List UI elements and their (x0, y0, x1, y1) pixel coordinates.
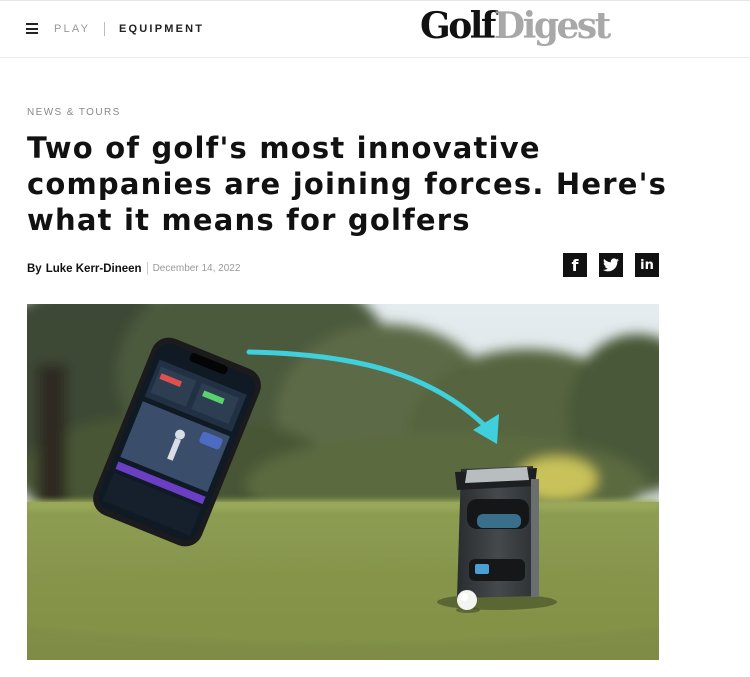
logo-digest-text: Digest (493, 5, 611, 47)
article-kicker[interactable]: NEWS & TOURS (27, 107, 121, 118)
share-linkedin-button[interactable]: in (635, 253, 659, 277)
share-twitter-button[interactable] (599, 253, 623, 277)
author-link[interactable]: Luke Kerr-Dineen (46, 263, 142, 275)
hamburger-menu-icon[interactable] (26, 23, 38, 34)
byline-separator (146, 262, 148, 275)
facebook-icon: f (571, 255, 579, 275)
logo-golf-text: Golf (420, 5, 496, 47)
twitter-icon (603, 258, 619, 272)
site-header: PLAY EQUIPMENT Golf Digest (0, 0, 750, 58)
linkedin-icon: in (640, 257, 654, 273)
article-headline: Two of golf's most innovative companies … (27, 131, 668, 237)
hero-image (27, 304, 659, 660)
nav-divider (104, 22, 105, 36)
golf-digest-logo[interactable]: Golf Digest (420, 5, 611, 51)
publish-date: December 14, 2022 (152, 263, 241, 274)
nav-play[interactable]: PLAY (54, 23, 90, 35)
byline: By Luke Kerr-Dineen December 14, 2022 (27, 262, 240, 275)
share-facebook-button[interactable]: f (563, 253, 587, 277)
byline-prefix: By (27, 262, 42, 275)
nav-equipment[interactable]: EQUIPMENT (119, 23, 204, 35)
